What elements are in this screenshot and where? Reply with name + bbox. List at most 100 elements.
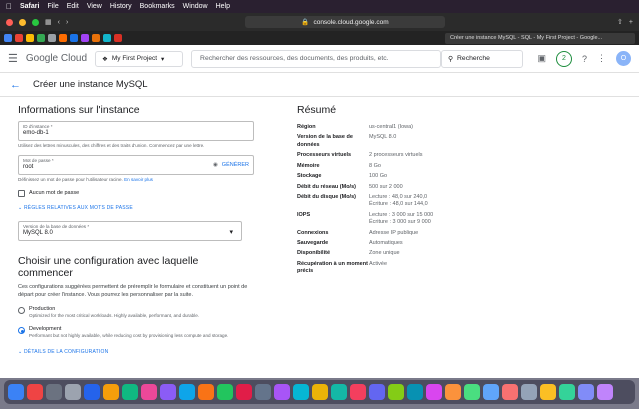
- dock-app-icon[interactable]: [217, 384, 233, 400]
- dock-app-icon[interactable]: [160, 384, 176, 400]
- chevron-down-icon: ⌄: [18, 349, 23, 356]
- zoom-window-icon[interactable]: [32, 18, 39, 26]
- db-version-select[interactable]: Version de la base de données * MySQL 8.…: [18, 220, 242, 241]
- favorite-icon[interactable]: [81, 34, 89, 42]
- menu-bookmarks[interactable]: Bookmarks: [140, 3, 175, 10]
- dock-app-icon[interactable]: [179, 384, 195, 400]
- back-arrow-icon[interactable]: ←: [10, 79, 21, 91]
- cloud-shell-icon[interactable]: ▣: [537, 53, 546, 64]
- dock-app-icon[interactable]: [464, 384, 480, 400]
- dock-app-icon[interactable]: [331, 384, 347, 400]
- config-details-toggle[interactable]: ⌄ DÉTAILS DE LA CONFIGURATION: [18, 349, 254, 355]
- dock-app-icon[interactable]: [274, 384, 290, 400]
- dock-app-icon[interactable]: [103, 384, 119, 400]
- dock-app-icon[interactable]: [559, 384, 575, 400]
- dock-app-icon[interactable]: [84, 384, 100, 400]
- favorite-icon[interactable]: [103, 34, 111, 42]
- more-vert-icon[interactable]: ⋮: [597, 53, 606, 64]
- dock-app-icon[interactable]: [141, 384, 157, 400]
- dock-app-icon[interactable]: [293, 384, 309, 400]
- summary-row: Connexions Adresse IP publique: [297, 230, 527, 237]
- favorite-icon[interactable]: [26, 34, 34, 42]
- notifications-badge[interactable]: 2: [555, 50, 572, 67]
- config-option-development[interactable]: Development Performant but not highly av…: [18, 326, 254, 339]
- dock-app-icon[interactable]: [578, 384, 594, 400]
- share-icon[interactable]: ⇧: [617, 18, 623, 26]
- favorite-icon[interactable]: [15, 34, 23, 42]
- favorite-icon[interactable]: [37, 34, 45, 42]
- config-option-production[interactable]: Production Optimized for the most critic…: [18, 306, 254, 319]
- dock-app-icon[interactable]: [122, 384, 138, 400]
- checkbox-icon: [18, 189, 25, 197]
- instance-id-field[interactable]: ID d'instance * emo-db-1: [18, 121, 254, 141]
- dock-app-icon[interactable]: [255, 384, 271, 400]
- summary-row: Débit du disque (Mo/s) Lecture : 48,0 sur…: [297, 194, 527, 209]
- dock-app-icon[interactable]: [27, 384, 43, 400]
- help-icon[interactable]: ?: [582, 54, 587, 64]
- dropdown-arrow-icon: ▾: [229, 228, 233, 236]
- google-cloud-logo[interactable]: Google Cloud: [26, 53, 87, 64]
- instance-id-value: emo-db-1: [23, 130, 49, 136]
- search-input[interactable]: Rechercher des ressources, des documents…: [191, 49, 442, 68]
- avatar[interactable]: O: [616, 51, 631, 66]
- menubar-app-name[interactable]: Safari: [20, 3, 39, 10]
- summary-row: Région us-central1 (Iowa): [297, 124, 527, 131]
- hamburger-menu-icon[interactable]: ☰: [8, 52, 18, 65]
- dock-app-icon[interactable]: [312, 384, 328, 400]
- menu-history[interactable]: History: [110, 3, 132, 10]
- menu-window[interactable]: Window: [183, 3, 208, 10]
- address-bar[interactable]: 🔒 console.cloud.google.com: [245, 16, 445, 28]
- dock-app-icon[interactable]: [388, 384, 404, 400]
- generate-button[interactable]: GÉNÉRER: [222, 162, 249, 168]
- new-tab-icon[interactable]: +: [629, 19, 633, 26]
- instance-id-label: ID d'instance *: [23, 124, 53, 129]
- dock-app-icon[interactable]: [407, 384, 423, 400]
- password-rules-toggle[interactable]: ⌄ RÈGLES RELATIVES AUX MOTS DE PASSE: [18, 205, 254, 211]
- dock-app-icon[interactable]: [65, 384, 81, 400]
- dock-app-icon[interactable]: [597, 384, 613, 400]
- project-selector[interactable]: ❖ My First Project ▾: [95, 50, 184, 67]
- favorite-icon[interactable]: [114, 34, 122, 42]
- dock-app-icon[interactable]: [369, 384, 385, 400]
- menu-help[interactable]: Help: [216, 3, 230, 10]
- menu-file[interactable]: File: [47, 3, 58, 10]
- dock-app-icon[interactable]: [236, 384, 252, 400]
- summary-key: Région: [297, 124, 316, 130]
- close-window-icon[interactable]: [6, 18, 13, 26]
- project-name: My First Project: [111, 55, 158, 62]
- dock-app-icon[interactable]: [502, 384, 518, 400]
- tab-active[interactable]: Créer une instance MySQL - SQL - My Firs…: [445, 32, 635, 44]
- forward-nav-icon[interactable]: ›: [66, 19, 68, 26]
- sidebar-icon[interactable]: ▦: [45, 18, 52, 26]
- menu-view[interactable]: View: [87, 3, 102, 10]
- learn-more-link[interactable]: En savoir plus: [124, 177, 153, 182]
- summary-row: Récupération à un moment précis Activée: [297, 261, 527, 276]
- dock-app-icon[interactable]: [46, 384, 62, 400]
- config-heading: Choisir une configuration avec laquelle …: [18, 254, 199, 279]
- favorite-icon[interactable]: [70, 34, 78, 42]
- radio-icon: [18, 307, 25, 315]
- dock-app-icon[interactable]: [8, 384, 24, 400]
- favorite-icon[interactable]: [4, 34, 12, 42]
- dock-app-icon[interactable]: [426, 384, 442, 400]
- back-nav-icon[interactable]: ‹: [58, 19, 60, 26]
- favorite-icon[interactable]: [48, 34, 56, 42]
- dock-app-icon[interactable]: [521, 384, 537, 400]
- favorite-icon[interactable]: [59, 34, 67, 42]
- summary-value: 2 processeurs virtuels: [369, 152, 423, 159]
- no-password-checkbox[interactable]: Aucun mot de passe: [18, 189, 254, 197]
- apple-icon[interactable]: : [6, 2, 12, 11]
- dock-app-icon[interactable]: [445, 384, 461, 400]
- project-icon: ❖: [102, 55, 108, 63]
- dock-app-icon[interactable]: [540, 384, 556, 400]
- dock-app-icon[interactable]: [483, 384, 499, 400]
- password-field[interactable]: Mot de passe * root ◉ GÉNÉRER: [18, 154, 254, 175]
- dock-app-icon[interactable]: [350, 384, 366, 400]
- menu-edit[interactable]: Edit: [67, 3, 79, 10]
- dock-app-icon[interactable]: [198, 384, 214, 400]
- search-button[interactable]: ⚲ Recherche: [441, 49, 524, 68]
- visibility-icon[interactable]: ◉: [213, 162, 218, 168]
- minimize-window-icon[interactable]: [19, 18, 26, 26]
- favorite-icon[interactable]: [92, 34, 100, 42]
- summary-value: Lecture : 3 000 sur 15 000 Écriture : 3 …: [369, 211, 434, 226]
